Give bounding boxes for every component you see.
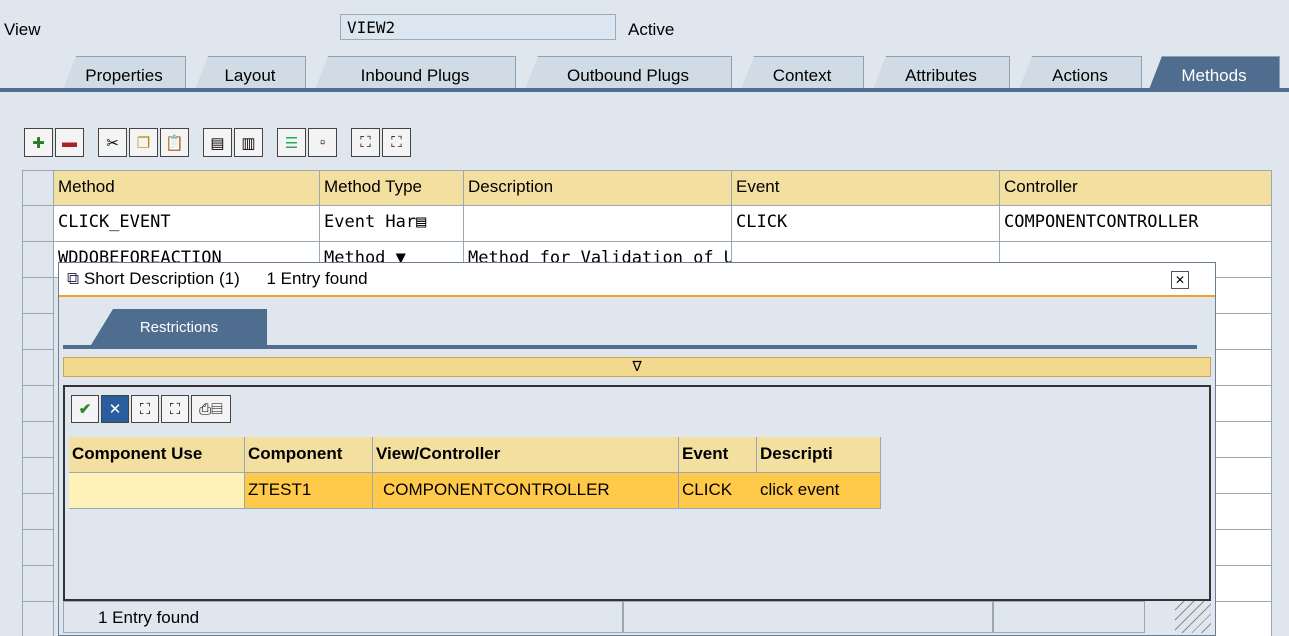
empty-row-selectors (22, 278, 54, 636)
method-type-value: Event Har (324, 212, 417, 232)
find-next-icon[interactable]: ⛶ (382, 128, 411, 157)
status-bar: 1 Entry found (63, 601, 1211, 633)
col-header-event[interactable]: Event (732, 170, 1000, 206)
description-cell[interactable] (464, 206, 732, 242)
tab-context[interactable]: Context (740, 56, 864, 92)
empty-table-area (1216, 278, 1272, 636)
row-selector[interactable] (22, 206, 54, 242)
component-cell[interactable]: ZTEST1 (245, 473, 373, 509)
tab-properties[interactable]: Properties (62, 56, 186, 92)
event-cell[interactable]: CLICK (732, 206, 1000, 242)
component-use-cell[interactable] (69, 473, 245, 509)
insert-row-icon[interactable]: ✚ (24, 128, 53, 157)
table-row[interactable]: CLICK_EVENT Event Har▤ CLICK COMPONENTCO… (22, 206, 1272, 242)
status-text: 1 Entry found (98, 608, 200, 627)
col-header-controller[interactable]: Controller (1000, 170, 1272, 206)
copy-icon[interactable]: ❐ (129, 128, 158, 157)
tab-strip: Properties Layout Inbound Plugs Outbound… (0, 52, 1289, 92)
restrictions-toggle-bar[interactable]: ∇ (63, 357, 1211, 377)
find-icon[interactable]: ⛶ (131, 395, 159, 423)
controller-cell[interactable]: COMPONENTCONTROLLER (1000, 206, 1272, 242)
restrictions-tab-underline (63, 345, 1197, 349)
methods-toolbar: ✚ ▬ ✂ ❐ 📋 ▤ ▥ ☰ ▫ ⛶ ⛶ (24, 128, 411, 160)
tab-strip-underline (0, 88, 1289, 92)
col-header-description[interactable]: Description (464, 170, 732, 206)
expand-toggle-icon: ∇ (632, 358, 642, 374)
description-cell[interactable]: click event (757, 473, 881, 509)
results-panel: ✔ ✕ ⛶ ⛶ ⎙▤ Component Use Component View/… (63, 385, 1211, 601)
dialog-title-bar: ⧉ Short Description (1) 1 Entry found ✕ (59, 263, 1215, 297)
cancel-icon[interactable]: ✕ (101, 395, 129, 423)
view-controller-cell[interactable]: COMPONENTCONTROLLER (373, 473, 679, 509)
tab-actions[interactable]: Actions (1018, 56, 1142, 92)
select-all-cell[interactable] (22, 170, 54, 206)
ok-check-icon[interactable]: ✔ (71, 395, 99, 423)
tab-attributes[interactable]: Attributes (872, 56, 1010, 92)
tab-layout[interactable]: Layout (194, 56, 306, 92)
append-row-icon[interactable]: ▤ (203, 128, 232, 157)
tab-inbound-plugs[interactable]: Inbound Plugs (314, 56, 516, 92)
paste-icon[interactable]: 📋 (160, 128, 189, 157)
print-icon[interactable]: ⎙▤ (191, 395, 231, 423)
dialog-entry-count: 1 Entry found (266, 269, 368, 288)
cut-icon[interactable]: ✂ (98, 128, 127, 157)
status-field-3 (993, 601, 1145, 633)
col-header-description[interactable]: Descripti (757, 437, 881, 473)
tab-methods[interactable]: Methods (1148, 56, 1280, 92)
view-name-field[interactable]: VIEW2 (340, 14, 616, 40)
status-field-2 (623, 601, 993, 633)
col-header-event[interactable]: Event (679, 437, 757, 473)
dialog-window-icon: ⧉ (67, 269, 80, 288)
col-header-component-use[interactable]: Component Use (69, 437, 245, 473)
resize-grip[interactable] (1175, 601, 1211, 633)
select-icon[interactable]: ▫ (308, 128, 337, 157)
dropdown-icon[interactable]: ▤ (416, 212, 426, 232)
view-label: View (4, 20, 41, 39)
close-icon[interactable]: ✕ (1171, 271, 1189, 289)
find-next-icon[interactable]: ⛶ (161, 395, 189, 423)
details-icon[interactable]: ☰ (277, 128, 306, 157)
tab-restrictions[interactable]: Restrictions (91, 309, 267, 345)
col-header-component[interactable]: Component (245, 437, 373, 473)
tab-outbound-plugs[interactable]: Outbound Plugs (524, 56, 732, 92)
dialog-title: Short Description (1) (83, 269, 240, 288)
method-name-cell[interactable]: CLICK_EVENT (54, 206, 320, 242)
status-field-main: 1 Entry found (63, 601, 623, 633)
copy-row-icon[interactable]: ▥ (234, 128, 263, 157)
find-icon[interactable]: ⛶ (351, 128, 380, 157)
results-toolbar: ✔ ✕ ⛶ ⛶ ⎙▤ (71, 395, 231, 423)
short-description-dialog: ⧉ Short Description (1) 1 Entry found ✕ … (58, 262, 1216, 636)
col-header-method-type[interactable]: Method Type (320, 170, 464, 206)
col-header-method[interactable]: Method (54, 170, 320, 206)
col-header-view-controller[interactable]: View/Controller (373, 437, 679, 473)
row-selector[interactable] (22, 242, 54, 278)
event-cell[interactable]: CLICK (679, 473, 757, 509)
delete-row-icon[interactable]: ▬ (55, 128, 84, 157)
view-status: Active (628, 20, 675, 39)
method-type-cell[interactable]: Event Har▤ (320, 206, 464, 242)
table-header-row: Method Method Type Description Event Con… (22, 170, 1272, 206)
